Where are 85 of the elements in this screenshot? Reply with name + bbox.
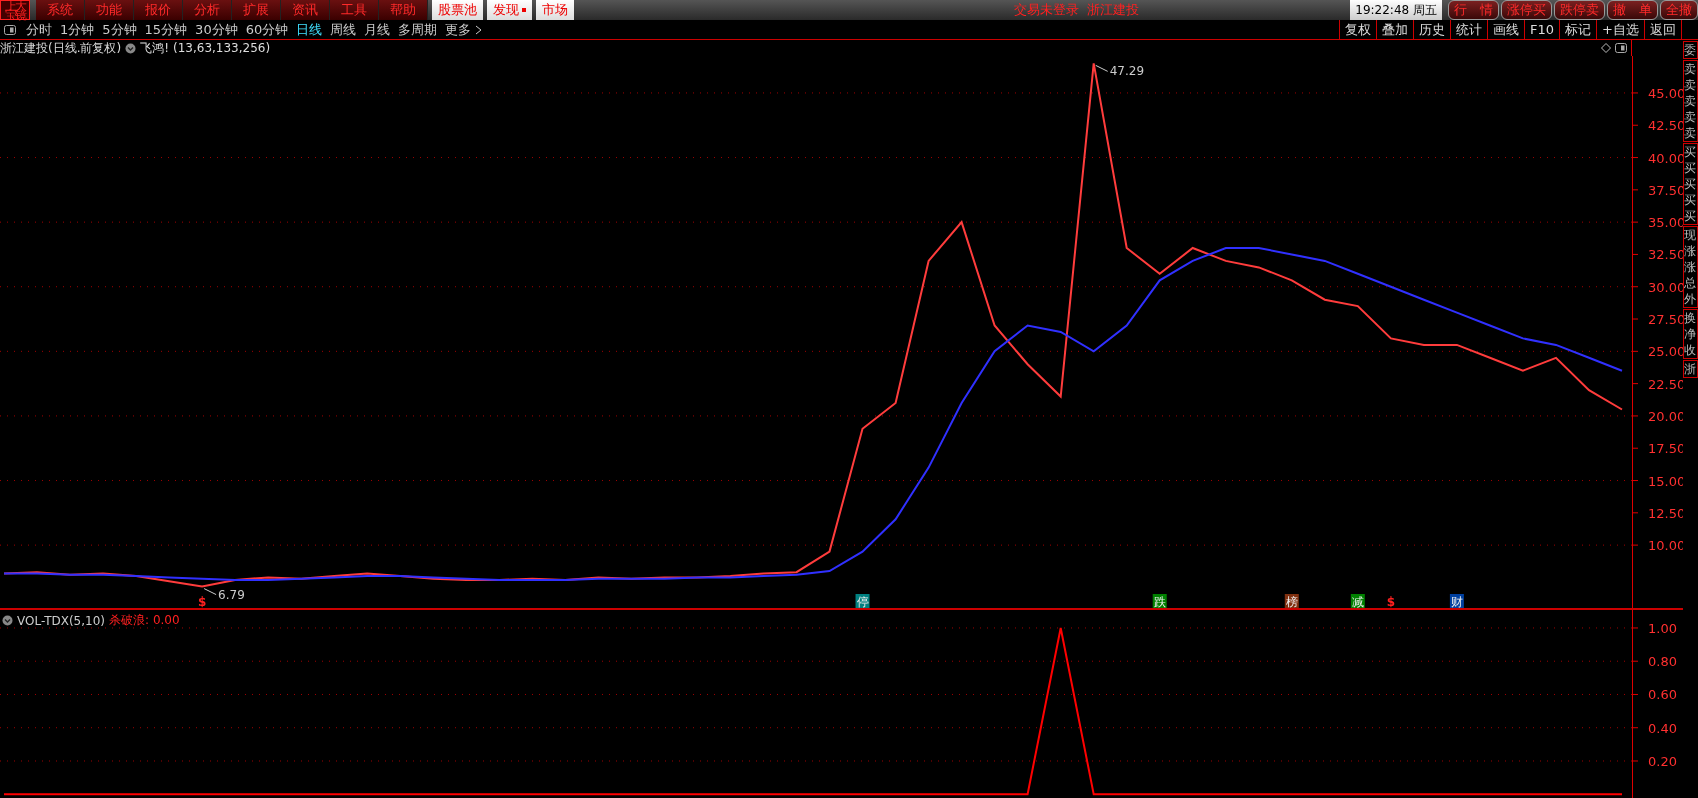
formula-params: (13,63,133,256)	[173, 41, 271, 55]
menu-tab[interactable]: 发现	[487, 0, 532, 20]
tick-label: 0.80	[1648, 654, 1677, 670]
period-tab[interactable]: 分时	[22, 20, 56, 39]
quote-label: 买	[1684, 160, 1697, 176]
menu-item[interactable]: 报价	[134, 0, 183, 20]
chevron-icon	[475, 24, 483, 35]
price-annotation: 47.29	[1109, 64, 1145, 79]
period-tab[interactable]: 5分钟	[98, 20, 141, 39]
diamond-icon[interactable]	[1601, 43, 1611, 53]
toolbar-button[interactable]: F10	[1524, 20, 1560, 39]
menu-item[interactable]: 系统	[36, 0, 85, 20]
trade-button[interactable]: 全撤	[1660, 0, 1698, 20]
menu-tab[interactable]: 股票池	[432, 0, 483, 20]
tick-label: 0.20	[1648, 754, 1677, 769]
quote-label: 卖	[1684, 61, 1697, 77]
period-tab[interactable]: 更多	[441, 20, 487, 39]
quote-label: 浙	[1684, 361, 1697, 377]
menu-item[interactable]: 资讯	[281, 0, 330, 20]
quote-label: 外	[1684, 291, 1697, 307]
event-marker[interactable]: 财	[1449, 594, 1464, 608]
menu-item[interactable]: 扩展	[232, 0, 281, 20]
panel-toggle-icon[interactable]	[1615, 43, 1627, 53]
toolbar-button[interactable]: +自选	[1596, 20, 1644, 39]
quote-label: 换	[1684, 310, 1697, 326]
chart-title: 浙江建投(日线.前复权)	[0, 39, 122, 57]
menu-tab[interactable]: 市场	[536, 0, 574, 20]
toolbar-button[interactable]: 返回	[1644, 20, 1681, 39]
dropdown-icon[interactable]	[125, 42, 137, 54]
tick-label: 1.00	[1648, 620, 1677, 636]
period-tab[interactable]: 月线	[360, 20, 395, 39]
quote-label: 买	[1684, 208, 1697, 224]
quote-label: 现	[1684, 227, 1697, 243]
quote-label: 涨	[1684, 259, 1697, 275]
period-tab[interactable]: 30分钟	[191, 20, 242, 39]
event-marker[interactable]: 减	[1350, 594, 1365, 608]
trade-button[interactable]: 涨停买	[1501, 0, 1552, 20]
tick-label: 0.60	[1648, 687, 1677, 703]
toolbar-button[interactable]: 复权	[1339, 20, 1377, 39]
menu-item[interactable]: 工具	[330, 0, 379, 20]
indicator-name: VOL-TDX(5,10)	[17, 613, 106, 628]
toolbar-button[interactable]: 叠加	[1376, 20, 1414, 39]
quote-label: 总	[1684, 275, 1697, 291]
quote-label: 收	[1684, 342, 1697, 358]
quote-label: 买	[1684, 176, 1697, 192]
event-marker[interactable]: $	[1386, 595, 1396, 608]
menu-item[interactable]: 帮助	[379, 0, 428, 20]
leader-line	[1095, 64, 1109, 72]
clock: 19:22:48 周五	[1350, 0, 1442, 20]
quote-label: 买	[1684, 144, 1697, 160]
event-marker[interactable]: $	[197, 595, 207, 608]
quote-label: 卖	[1684, 77, 1697, 93]
quote-label: 净	[1684, 326, 1697, 342]
trade-status: 交易未登录 浙江建投	[1014, 1, 1140, 19]
period-tab[interactable]: 日线	[292, 20, 327, 39]
toolbar-button[interactable]: 历史	[1413, 20, 1451, 39]
period-tab[interactable]: 多周期	[394, 20, 442, 39]
panel-toggle-icon[interactable]	[4, 24, 16, 35]
period-tab[interactable]: 周线	[326, 20, 361, 39]
period-tab[interactable]: 15分钟	[140, 20, 192, 39]
quote-label: 买	[1684, 192, 1697, 208]
indicator-reading: 杀破浪: 0.00	[109, 612, 180, 629]
quote-label: 卖	[1684, 109, 1697, 125]
quote-label: 委	[1684, 42, 1697, 58]
event-marker[interactable]: 榜	[1284, 594, 1299, 608]
menu-item[interactable]: 功能	[85, 0, 134, 20]
leader-line	[203, 588, 217, 596]
period-tab[interactable]: 60分钟	[241, 20, 293, 39]
tick-label: 0.40	[1648, 720, 1677, 736]
period-tab[interactable]: 1分钟	[56, 20, 99, 39]
dropdown-icon[interactable]	[2, 615, 13, 626]
trade-button[interactable]: 行 情	[1448, 0, 1499, 20]
event-marker[interactable]: 跌	[1152, 594, 1167, 608]
quote-label: 卖	[1684, 125, 1697, 141]
toolbar-button[interactable]: 画线	[1487, 20, 1525, 39]
quote-label: 卖	[1684, 93, 1697, 109]
toolbar-button[interactable]: 统计	[1450, 20, 1488, 39]
trade-button[interactable]: 撤 单	[1607, 0, 1658, 20]
toolbar-button[interactable]: 标记	[1559, 20, 1597, 39]
price-annotation: 6.79	[218, 587, 245, 602]
menu-item[interactable]: 分析	[183, 0, 232, 20]
formula-name: 飞鸿!	[140, 39, 169, 57]
trade-button[interactable]: 跌停卖	[1554, 0, 1605, 20]
event-marker[interactable]: 停	[855, 594, 870, 608]
quote-label: 涨	[1684, 243, 1697, 259]
